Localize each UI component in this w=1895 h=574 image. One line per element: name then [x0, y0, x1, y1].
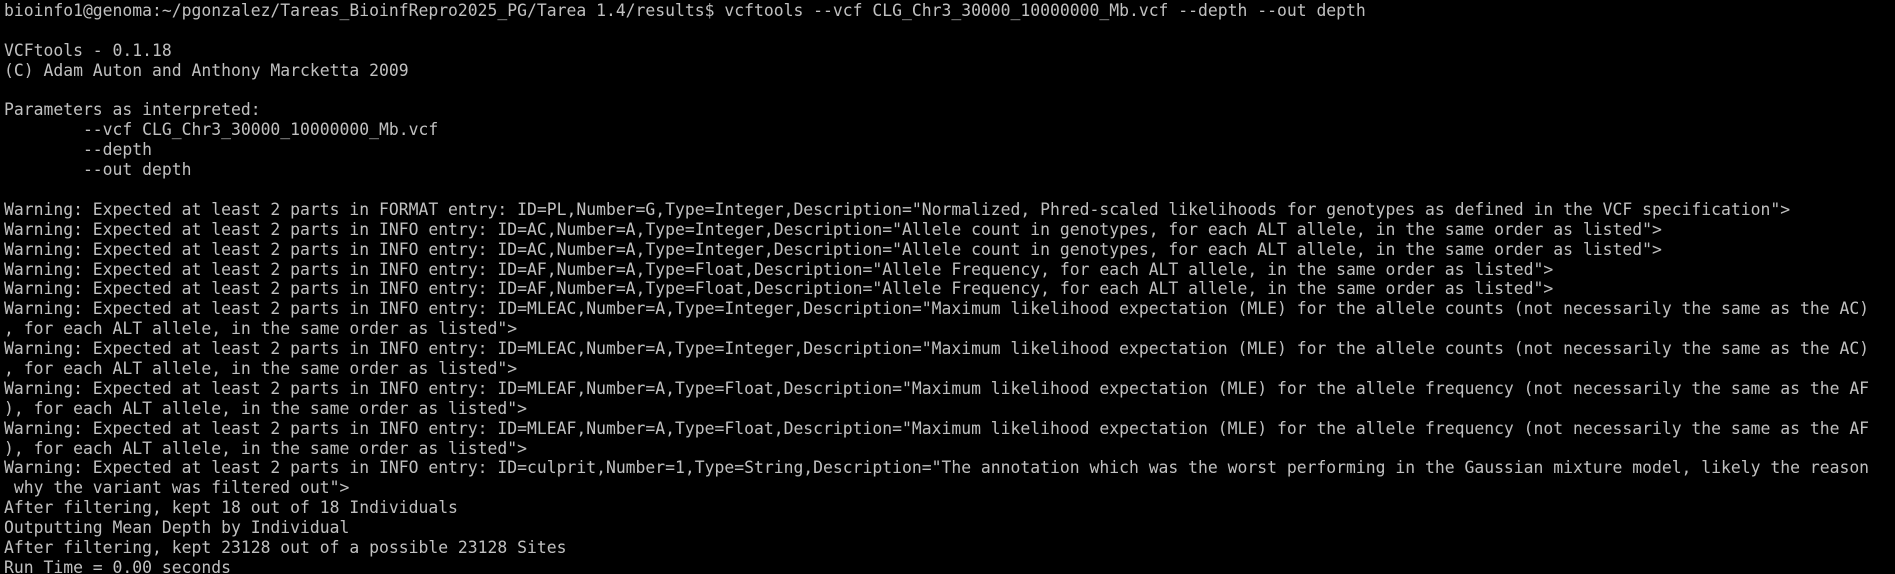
output-line: Parameters as interpreted: [4, 100, 261, 120]
output-line: Warning: Expected at least 2 parts in IN… [4, 378, 1870, 398]
output-line: After filtering, kept 23128 out of a pos… [4, 538, 567, 558]
output-line: After filtering, kept 18 out of 18 Indiv… [4, 498, 458, 518]
output-line: ), for each ALT allele, in the same orde… [4, 438, 528, 458]
output-line: (C) Adam Auton and Anthony Marcketta 200… [4, 60, 409, 80]
command-prompt-line: bioinfo1@genoma:~/pgonzalez/Tareas_Bioin… [4, 1, 1366, 20]
output-line: Warning: Expected at least 2 parts in IN… [4, 458, 1870, 478]
output-line: Warning: Expected at least 2 parts in IN… [4, 279, 1554, 299]
output-line: Warning: Expected at least 2 parts in IN… [4, 339, 1870, 359]
output-line: ), for each ALT allele, in the same orde… [4, 398, 528, 418]
output-line: Warning: Expected at least 2 parts in IN… [4, 239, 1662, 259]
output-line: , for each ALT allele, in the same order… [4, 359, 518, 379]
output-line: Warning: Expected at least 2 parts in IN… [4, 418, 1870, 438]
output-line: Warning: Expected at least 2 parts in IN… [4, 219, 1662, 239]
output-line: Warning: Expected at least 2 parts in IN… [4, 259, 1554, 279]
output-line: --out depth [4, 160, 192, 180]
output-line: Outputting Mean Depth by Individual [4, 518, 350, 538]
output-line: Warning: Expected at least 2 parts in IN… [4, 299, 1870, 319]
output-line: , for each ALT allele, in the same order… [4, 319, 518, 339]
output-line: why the variant was filtered out"> [4, 478, 350, 498]
terminal-window[interactable]: bioinfo1@genoma:~/pgonzalez/Tareas_Bioin… [0, 0, 1895, 574]
output-line: VCFtools - 0.1.18 [4, 40, 172, 60]
output-line: Warning: Expected at least 2 parts in FO… [4, 199, 1791, 219]
output-line: Run Time = 0.00 seconds [4, 557, 231, 574]
output-line: --vcf CLG_Chr3_30000_10000000_Mb.vcf [4, 120, 439, 140]
output-line: --depth [4, 140, 153, 160]
